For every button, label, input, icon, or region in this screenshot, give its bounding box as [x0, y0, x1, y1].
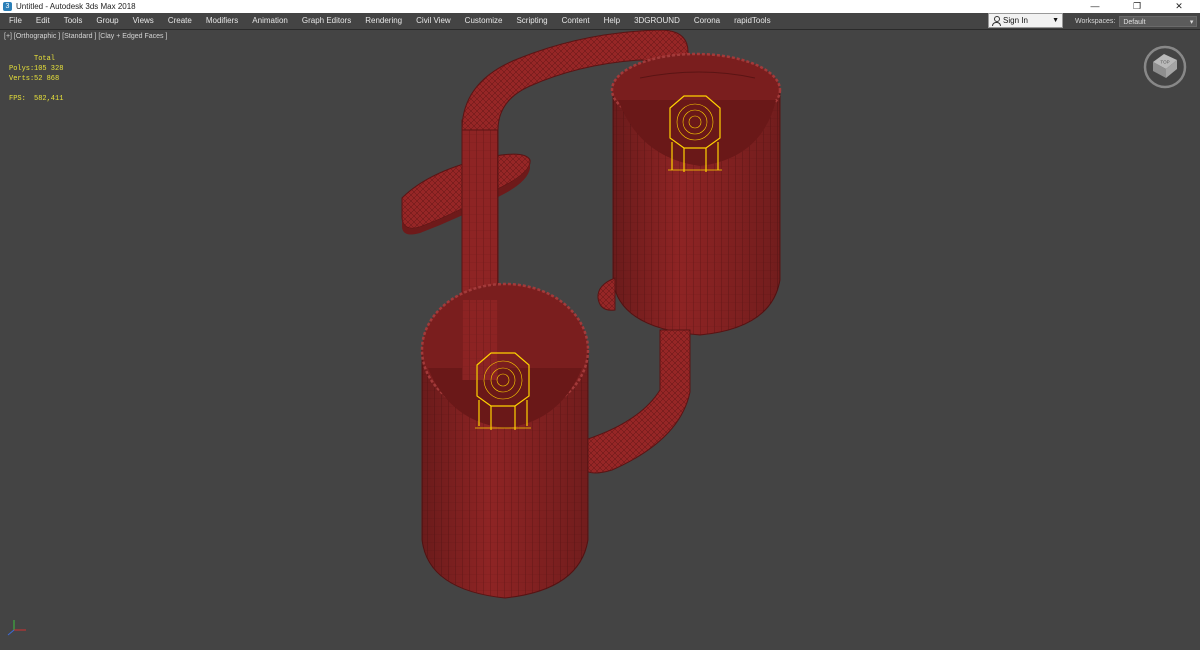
menu-scripting[interactable]: Scripting [509, 13, 554, 29]
menu-help[interactable]: Help [597, 13, 627, 29]
menu-create[interactable]: Create [161, 13, 199, 29]
menu-corona[interactable]: Corona [687, 13, 727, 29]
workspaces-selector: Workspaces: Default [1075, 13, 1198, 29]
sign-in-dropdown[interactable]: Sign In ▼ [988, 13, 1063, 28]
menu-items: File Edit Tools Group Views Create Modif… [0, 13, 778, 29]
viewcube[interactable]: TOP [1142, 44, 1188, 90]
window-title: Untitled - Autodesk 3ds Max 2018 [16, 2, 136, 11]
title-bar: 3 Untitled - Autodesk 3ds Max 2018 — ❐ ✕ [0, 0, 1200, 13]
lower-arm-arc[interactable] [584, 329, 691, 474]
close-button[interactable]: ✕ [1158, 0, 1200, 13]
menu-file[interactable]: File [2, 13, 29, 29]
menu-modifiers[interactable]: Modifiers [199, 13, 245, 29]
menu-content[interactable]: Content [555, 13, 597, 29]
menu-civil-view[interactable]: Civil View [409, 13, 458, 29]
chevron-down-icon: ▼ [1052, 17, 1059, 24]
menu-graph-editors[interactable]: Graph Editors [295, 13, 358, 29]
viewcube-label: TOP [1160, 60, 1169, 65]
sign-in-label: Sign In [1003, 16, 1028, 25]
menu-group[interactable]: Group [89, 13, 125, 29]
3ds-max-icon: 3 [3, 2, 12, 11]
front-cup[interactable] [420, 282, 590, 599]
workspaces-dropdown[interactable]: Default [1119, 15, 1198, 28]
minimize-button[interactable]: — [1074, 0, 1116, 13]
menu-animation[interactable]: Animation [245, 13, 295, 29]
scene-model[interactable] [0, 30, 1200, 650]
menu-customize[interactable]: Customize [458, 13, 510, 29]
maximize-button[interactable]: ❐ [1116, 0, 1158, 13]
menu-rapidtools[interactable]: rapidTools [727, 13, 777, 29]
window-controls: — ❐ ✕ [1074, 0, 1200, 13]
back-cup-knob[interactable] [597, 277, 616, 311]
user-icon [992, 16, 1001, 26]
menu-tools[interactable]: Tools [57, 13, 90, 29]
menu-3dground[interactable]: 3DGROUND [627, 13, 687, 29]
orthographic-viewport[interactable]: [+] [Orthographic ] [Standard ] [Clay + … [0, 30, 1200, 650]
workspaces-label: Workspaces: [1075, 17, 1116, 25]
menu-views[interactable]: Views [126, 13, 161, 29]
menu-rendering[interactable]: Rendering [358, 13, 409, 29]
menu-edit[interactable]: Edit [29, 13, 57, 29]
axis-tripod-icon [7, 620, 26, 636]
